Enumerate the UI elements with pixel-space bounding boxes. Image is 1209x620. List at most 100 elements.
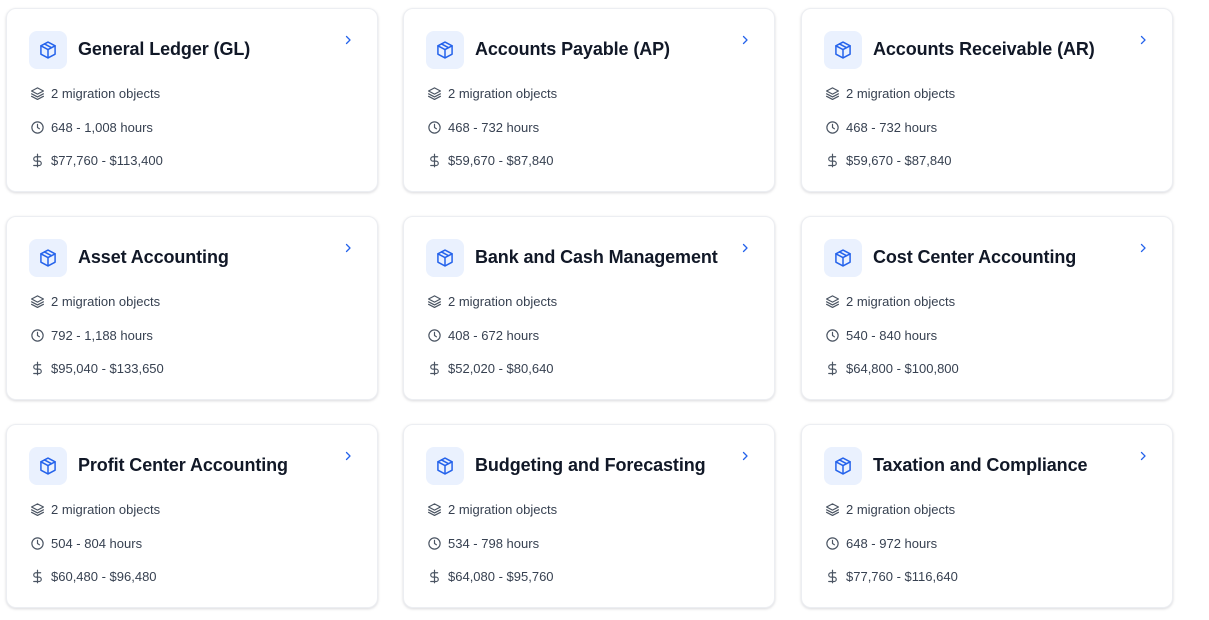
- package-icon: [29, 239, 67, 277]
- cost-row: $52,020 - $80,640: [426, 359, 554, 377]
- package-icon: [426, 239, 464, 277]
- module-title: Cost Center Accounting: [873, 247, 1077, 267]
- module-card[interactable]: Taxation and Compliance 2 migration obje…: [801, 424, 1173, 608]
- clock-icon: [426, 119, 442, 135]
- objects-count: 2 migration objects: [51, 293, 161, 309]
- hours-estimate: 534 - 798 hours: [448, 535, 540, 551]
- layers-icon: [29, 293, 45, 309]
- package-icon: [824, 31, 862, 69]
- cost-estimate: $64,800 - $100,800: [846, 360, 959, 376]
- clock-icon: [426, 327, 442, 343]
- package-icon: [29, 31, 67, 69]
- dollar-icon: [29, 152, 45, 168]
- hours-row: 408 - 672 hours: [426, 326, 539, 344]
- cost-estimate: $77,760 - $113,400: [51, 152, 163, 168]
- module-card[interactable]: Asset Accounting 2 migration objects 792…: [6, 216, 378, 400]
- chevron-right-icon[interactable]: [341, 449, 355, 463]
- chevron-right-icon[interactable]: [341, 33, 355, 47]
- objects-count: 2 migration objects: [448, 293, 558, 309]
- objects-count: 2 migration objects: [846, 293, 956, 309]
- module-card[interactable]: Profit Center Accounting 2 migration obj…: [6, 424, 378, 608]
- cost-row: $64,080 - $95,760: [426, 567, 554, 585]
- chevron-right-icon[interactable]: [1136, 449, 1150, 463]
- hours-row: 792 - 1,188 hours: [29, 326, 153, 344]
- hours-estimate: 792 - 1,188 hours: [51, 327, 153, 343]
- module-title: Taxation and Compliance: [873, 455, 1088, 475]
- clock-icon: [824, 119, 840, 135]
- hours-estimate: 648 - 972 hours: [846, 535, 938, 551]
- module-card[interactable]: Cost Center Accounting 2 migration objec…: [801, 216, 1173, 400]
- objects-row: 2 migration objects: [29, 84, 160, 102]
- module-card[interactable]: Accounts Payable (AP) 2 migration object…: [403, 8, 775, 192]
- cost-row: $59,670 - $87,840: [426, 151, 554, 169]
- clock-icon: [29, 535, 45, 551]
- hours-row: 534 - 798 hours: [426, 534, 539, 552]
- cost-estimate: $77,760 - $116,640: [846, 568, 958, 584]
- objects-row: 2 migration objects: [29, 500, 160, 518]
- chevron-right-icon[interactable]: [1136, 241, 1150, 255]
- clock-icon: [29, 327, 45, 343]
- layers-icon: [426, 501, 442, 517]
- chevron-right-icon[interactable]: [1136, 33, 1150, 47]
- dollar-icon: [824, 360, 840, 376]
- module-card-grid: General Ledger (GL) 2 migration objects …: [0, 0, 1209, 620]
- clock-icon: [29, 119, 45, 135]
- cost-row: $77,760 - $116,640: [824, 567, 958, 585]
- chevron-right-icon[interactable]: [738, 241, 752, 255]
- cost-row: $59,670 - $87,840: [824, 151, 952, 169]
- cost-estimate: $95,040 - $133,650: [51, 360, 164, 376]
- hours-estimate: 468 - 732 hours: [448, 119, 540, 135]
- module-card[interactable]: Budgeting and Forecasting 2 migration ob…: [403, 424, 775, 608]
- module-title: Profit Center Accounting: [78, 455, 288, 475]
- module-card[interactable]: General Ledger (GL) 2 migration objects …: [6, 8, 378, 192]
- dollar-icon: [29, 360, 45, 376]
- objects-row: 2 migration objects: [426, 292, 557, 310]
- layers-icon: [824, 85, 840, 101]
- dollar-icon: [824, 152, 840, 168]
- dollar-icon: [29, 568, 45, 584]
- dollar-icon: [426, 152, 442, 168]
- objects-row: 2 migration objects: [426, 500, 557, 518]
- hours-estimate: 648 - 1,008 hours: [51, 119, 153, 135]
- objects-count: 2 migration objects: [51, 85, 161, 101]
- layers-icon: [29, 85, 45, 101]
- layers-icon: [824, 501, 840, 517]
- clock-icon: [824, 535, 840, 551]
- cost-estimate: $64,080 - $95,760: [448, 568, 554, 584]
- cost-row: $60,480 - $96,480: [29, 567, 157, 585]
- clock-icon: [426, 535, 442, 551]
- package-icon: [426, 31, 464, 69]
- package-icon: [824, 447, 862, 485]
- chevron-right-icon[interactable]: [738, 449, 752, 463]
- cost-estimate: $59,670 - $87,840: [846, 152, 952, 168]
- module-title: Bank and Cash Management: [475, 247, 718, 267]
- objects-row: 2 migration objects: [29, 292, 160, 310]
- cost-row: $95,040 - $133,650: [29, 359, 164, 377]
- dollar-icon: [426, 568, 442, 584]
- module-card[interactable]: Bank and Cash Management 2 migration obj…: [403, 216, 775, 400]
- package-icon: [824, 239, 862, 277]
- package-icon: [29, 447, 67, 485]
- objects-row: 2 migration objects: [426, 84, 557, 102]
- objects-count: 2 migration objects: [846, 501, 956, 517]
- module-card[interactable]: Accounts Receivable (AR) 2 migration obj…: [801, 8, 1173, 192]
- layers-icon: [824, 293, 840, 309]
- chevron-right-icon[interactable]: [738, 33, 752, 47]
- package-icon: [426, 447, 464, 485]
- objects-count: 2 migration objects: [51, 501, 161, 517]
- layers-icon: [426, 293, 442, 309]
- objects-row: 2 migration objects: [824, 84, 955, 102]
- cost-estimate: $59,670 - $87,840: [448, 152, 554, 168]
- layers-icon: [29, 501, 45, 517]
- objects-count: 2 migration objects: [448, 501, 558, 517]
- cost-estimate: $60,480 - $96,480: [51, 568, 157, 584]
- cost-row: $64,800 - $100,800: [824, 359, 959, 377]
- hours-row: 648 - 972 hours: [824, 534, 937, 552]
- objects-count: 2 migration objects: [846, 85, 956, 101]
- hours-row: 468 - 732 hours: [824, 118, 937, 136]
- layers-icon: [426, 85, 442, 101]
- hours-row: 468 - 732 hours: [426, 118, 539, 136]
- objects-count: 2 migration objects: [448, 85, 558, 101]
- module-title: Accounts Receivable (AR): [873, 39, 1095, 59]
- chevron-right-icon[interactable]: [341, 241, 355, 255]
